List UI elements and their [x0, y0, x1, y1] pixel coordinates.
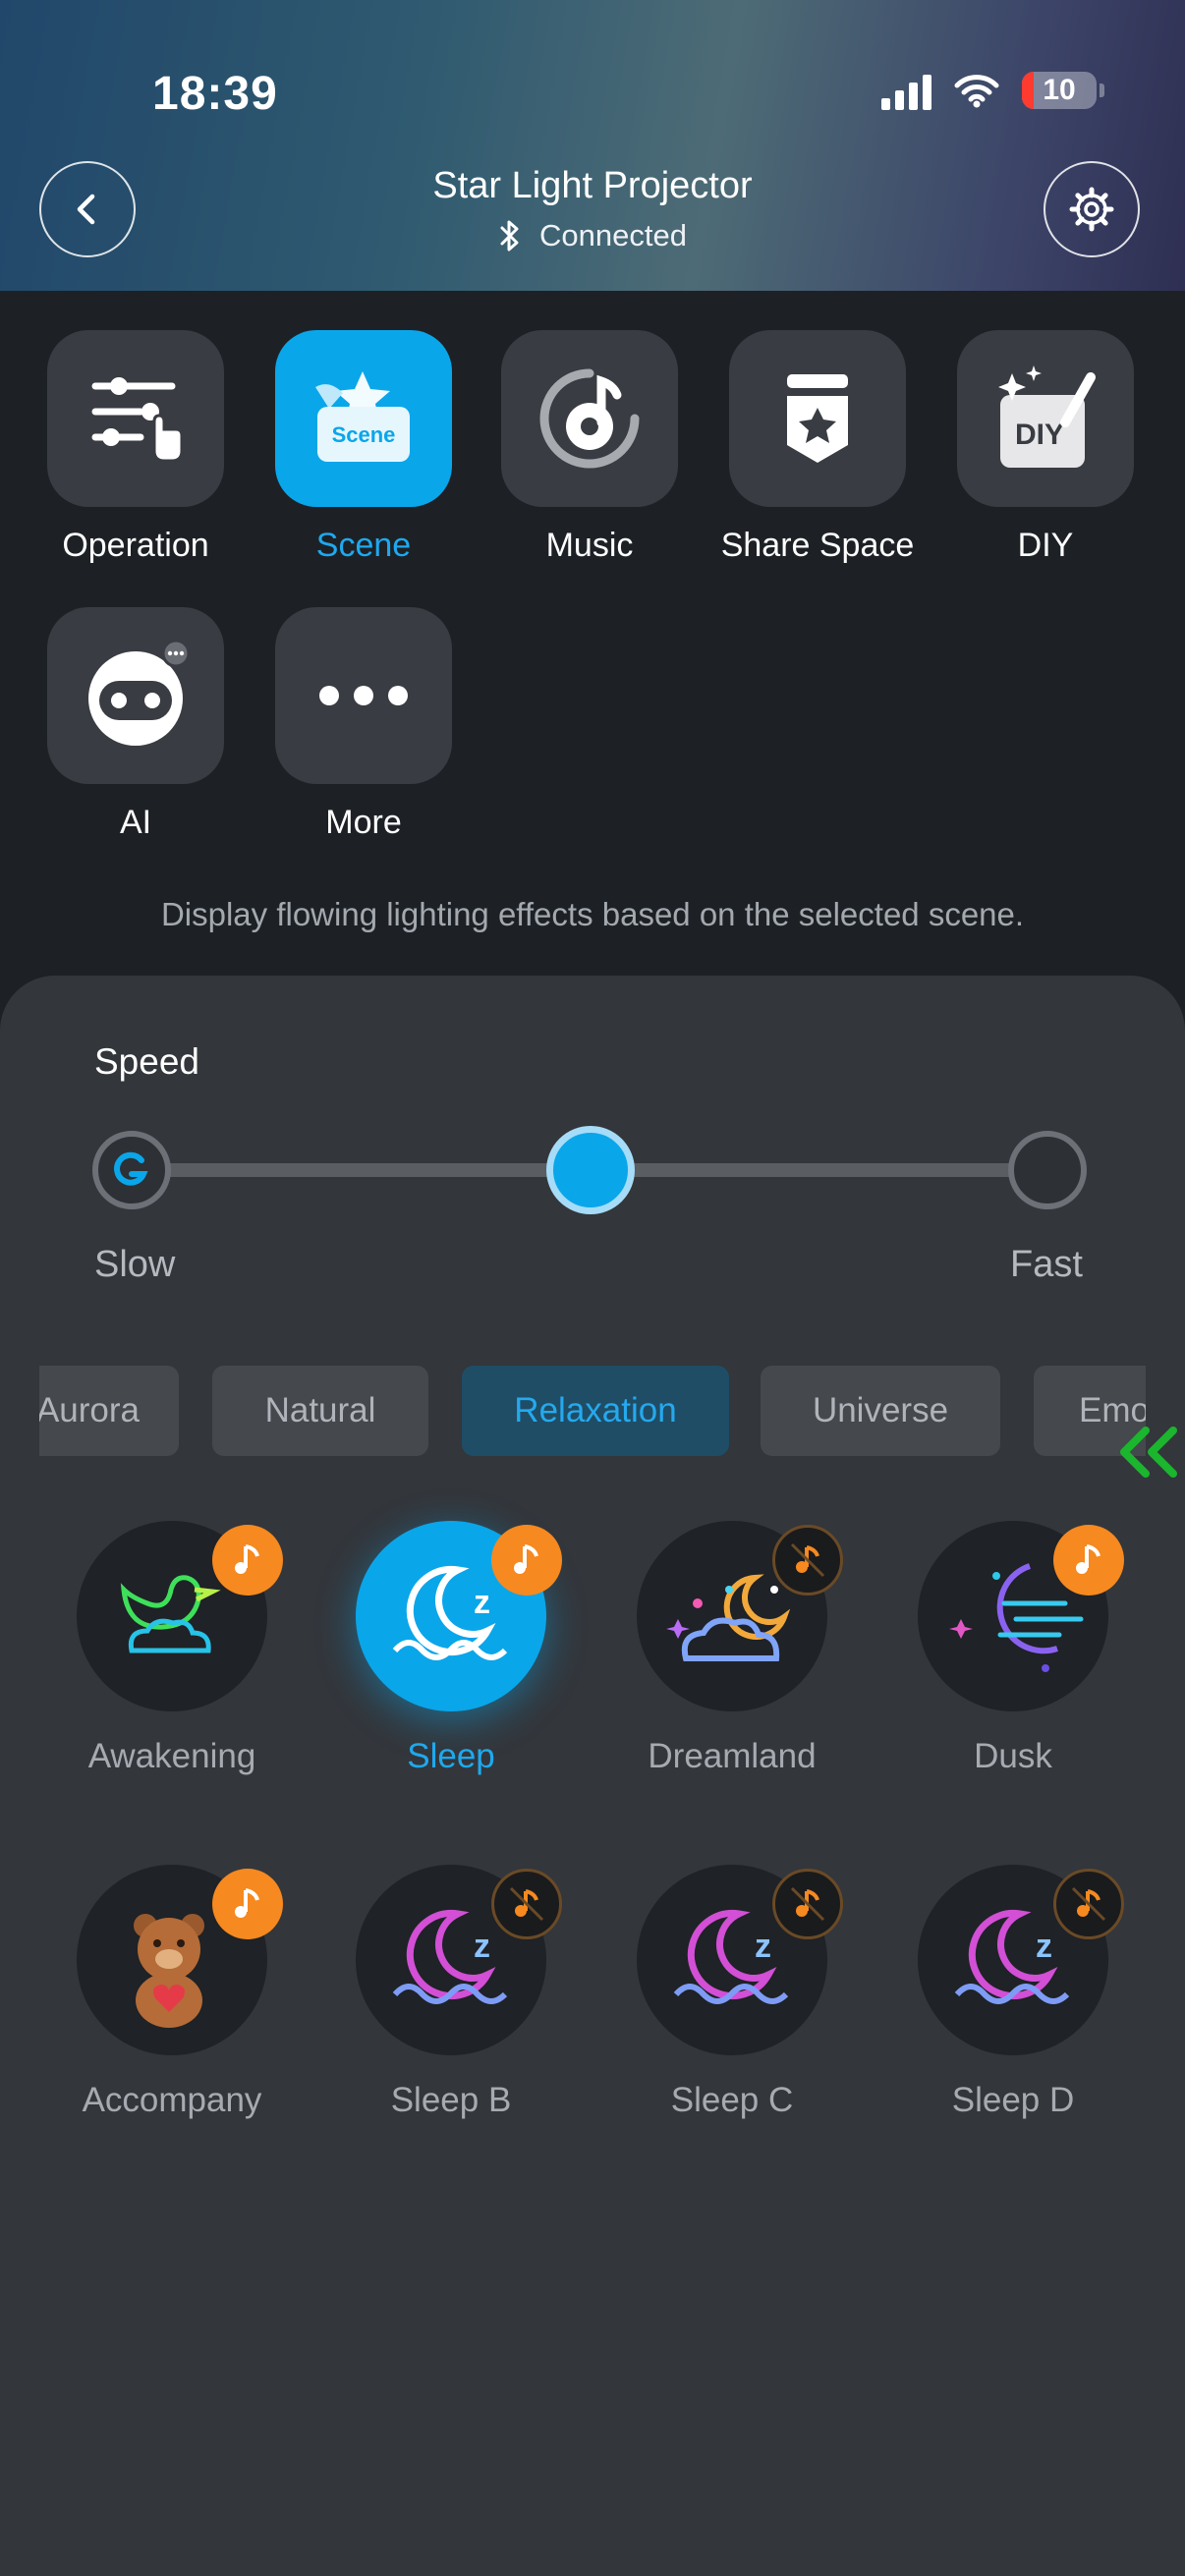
scene-dreamland[interactable]: [637, 1521, 843, 1711]
scene-sleep-label: Sleep: [407, 1737, 495, 1775]
music-off-badge-icon: [491, 1869, 562, 1939]
tab-share-space-label: Share Space: [720, 527, 915, 564]
tab-scene-label: Scene: [315, 527, 412, 564]
category-relaxation[interactable]: Relaxation: [462, 1366, 729, 1456]
double-chevron-left-icon[interactable]: [1112, 1423, 1181, 1482]
speed-min-stop[interactable]: [92, 1131, 171, 1209]
scene-description: Display flowing lighting effects based o…: [160, 896, 1025, 932]
svg-text:z: z: [474, 1584, 490, 1621]
svg-text:z: z: [474, 1928, 490, 1965]
battery-level: 10: [1043, 74, 1076, 106]
more-dots-icon: [319, 686, 408, 705]
scene-sleep-d[interactable]: z: [918, 1865, 1124, 2055]
status-time: 18:39: [152, 68, 278, 120]
robot-face-icon: [88, 639, 191, 746]
svg-text:z: z: [1036, 1928, 1052, 1965]
bluetooth-icon: [500, 220, 519, 252]
gear-icon: [1069, 187, 1114, 232]
settings-button[interactable]: [1044, 161, 1140, 257]
music-badge-icon: [212, 1525, 283, 1596]
scene-clapper-icon: Scene: [315, 371, 410, 462]
diy-brush-icon: DIY: [998, 365, 1096, 468]
category-universe[interactable]: Universe: [761, 1366, 1000, 1456]
scene-accompany[interactable]: [77, 1865, 283, 2055]
scene-sleep-c[interactable]: z: [637, 1865, 843, 2055]
sliders-icon: [91, 377, 184, 463]
connection-label: Connected: [539, 218, 687, 252]
speed-fast-label: Fast: [1010, 1244, 1083, 1285]
scene-sleep-d-label: Sleep D: [951, 2081, 1075, 2119]
g-logo-icon: [114, 1151, 148, 1186]
status-icons: 10: [881, 71, 1104, 110]
scene-sleep-b-label: Sleep B: [390, 2081, 512, 2119]
device-title: Star Light Projector: [432, 165, 753, 206]
category-aurora[interactable]: Aurora: [39, 1366, 179, 1456]
svg-text:DIY: DIY: [1015, 419, 1064, 451]
category-tabs: Aurora Natural Relaxation Universe Emo: [39, 1366, 1146, 1456]
music-badge-icon: [1053, 1525, 1124, 1596]
tab-operation-label: Operation: [62, 527, 209, 564]
music-badge-icon: [212, 1869, 283, 1939]
scene-accompany-label: Accompany: [82, 2081, 262, 2119]
music-off-badge-icon: [1053, 1869, 1124, 1939]
scene-sleep-c-label: Sleep C: [670, 2081, 794, 2119]
scene-dusk[interactable]: [918, 1521, 1124, 1711]
music-badge-icon: [491, 1525, 562, 1596]
speed-max-stop[interactable]: [1008, 1131, 1087, 1209]
music-off-badge-icon: [772, 1525, 843, 1596]
speed-slider-thumb[interactable]: [546, 1126, 635, 1214]
tab-music-label: Music: [545, 527, 634, 564]
scene-dreamland-label: Dreamland: [648, 1737, 817, 1775]
tab-diy-label: DIY: [1017, 527, 1074, 564]
music-disc-icon: [539, 368, 640, 469]
svg-text:z: z: [755, 1928, 771, 1965]
tab-share-space[interactable]: [729, 330, 906, 507]
header: 18:39 10 Star Light Projector Connected: [0, 0, 1185, 291]
scene-sleep[interactable]: z: [356, 1521, 562, 1711]
tab-operation[interactable]: [47, 330, 224, 507]
category-natural[interactable]: Natural: [212, 1366, 428, 1456]
battery-icon: 10: [1022, 72, 1104, 109]
tab-ai[interactable]: [47, 607, 224, 784]
music-off-badge-icon: [772, 1869, 843, 1939]
tab-music[interactable]: [501, 330, 678, 507]
speed-label: Speed: [94, 1041, 199, 1082]
tab-scene[interactable]: Scene: [275, 330, 452, 507]
tab-diy[interactable]: DIY: [957, 330, 1134, 507]
scene-awakening[interactable]: [77, 1521, 283, 1711]
scene-awakening-label: Awakening: [87, 1737, 256, 1775]
tab-more[interactable]: [275, 607, 452, 784]
scene-dusk-label: Dusk: [974, 1737, 1052, 1775]
scene-sleep-b[interactable]: z: [356, 1865, 562, 2055]
speed-slow-label: Slow: [94, 1244, 176, 1285]
svg-text:Scene: Scene: [332, 422, 396, 447]
tab-ai-label: AI: [119, 804, 152, 841]
wifi-icon: [954, 75, 999, 108]
connection-status: Connected: [0, 218, 1185, 253]
tab-more-label: More: [325, 804, 402, 841]
cellular-signal-icon: [881, 71, 931, 110]
share-bookmark-icon: [787, 374, 848, 463]
